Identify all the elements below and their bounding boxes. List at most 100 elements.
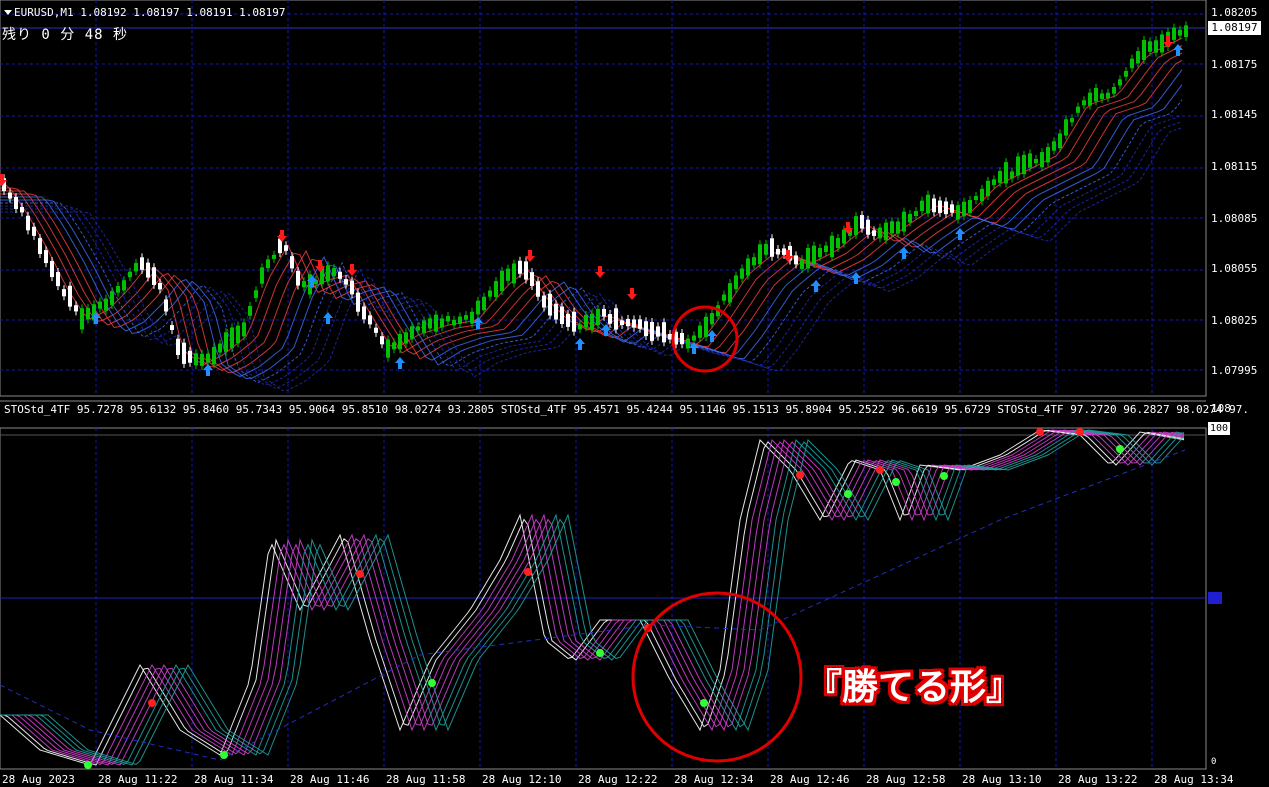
candle-body	[782, 248, 786, 255]
candle-body	[602, 309, 606, 317]
candle-body	[188, 350, 192, 363]
stochastic-buy-dot	[84, 761, 92, 769]
candle-body	[998, 171, 1002, 183]
candle-body	[218, 343, 222, 353]
candle-body	[38, 238, 42, 254]
candle-body	[302, 281, 306, 288]
candle-body	[386, 339, 390, 358]
candle-body	[584, 314, 588, 328]
candle-body	[572, 311, 576, 332]
candle-body	[140, 257, 144, 270]
candle-body	[1112, 87, 1116, 94]
candle-body	[242, 322, 246, 337]
main-panel-frame	[0, 0, 1207, 397]
time-tick: 28 Aug 12:46	[770, 773, 850, 786]
candle-body	[650, 321, 654, 341]
candle-body	[1118, 79, 1122, 86]
candle-body	[104, 298, 108, 311]
candle-body	[824, 245, 828, 252]
candle-body	[158, 282, 162, 290]
candle-body	[200, 353, 204, 366]
candle-body	[698, 325, 702, 338]
stochastic-sell-dot	[524, 568, 532, 576]
candle-body	[182, 342, 186, 364]
candle-body	[80, 308, 84, 330]
candle-body	[614, 308, 618, 330]
candle-body	[608, 314, 612, 324]
candle-body	[1022, 154, 1026, 175]
candle-body	[110, 291, 114, 305]
candle-body	[164, 299, 168, 312]
candle-body	[1154, 40, 1158, 53]
time-tick: 28 Aug 12:10	[482, 773, 562, 786]
candle-body	[638, 319, 642, 329]
candle-body	[206, 353, 210, 363]
stochastic-sell-dot	[796, 471, 804, 479]
candle-body	[194, 353, 198, 366]
candle-body	[1052, 141, 1056, 151]
candle-body	[434, 314, 438, 332]
candle-body	[62, 289, 66, 297]
candle-body	[1004, 162, 1008, 184]
ma-ribbon-line	[0, 84, 1183, 380]
candle-body	[410, 326, 414, 339]
candle-body	[404, 332, 408, 344]
candle-body	[1184, 25, 1188, 37]
candle-body	[14, 196, 18, 209]
candle-body	[944, 201, 948, 215]
candle-body	[548, 293, 552, 316]
candle-body	[830, 235, 834, 257]
candle-body	[1148, 41, 1152, 52]
candle-body	[428, 318, 432, 329]
candle-body	[1082, 100, 1086, 106]
candle-body	[176, 338, 180, 355]
candle-body	[146, 262, 150, 278]
time-tick: 28 Aug 13:34	[1154, 773, 1234, 786]
buy-arrow-icon	[395, 357, 405, 369]
price-tick: 1.08175	[1211, 58, 1258, 71]
chart-canvas[interactable]	[0, 0, 1269, 787]
time-tick: 28 Aug 11:58	[386, 773, 466, 786]
candle-body	[56, 272, 60, 287]
candle-body	[878, 227, 882, 239]
time-tick: 28 Aug 11:22	[98, 773, 178, 786]
candle-body	[152, 267, 156, 285]
candle-body	[1070, 118, 1074, 123]
candle-body	[338, 271, 342, 279]
candle-body	[566, 313, 570, 327]
candle-body	[398, 334, 402, 350]
candle-body	[128, 271, 132, 278]
candle-body	[1010, 171, 1014, 179]
candle-body	[452, 319, 456, 326]
candle-body	[116, 285, 120, 293]
current-price-label: 1.08197	[1208, 21, 1261, 35]
buy-arrow-icon	[203, 364, 213, 376]
stochastic-trend-line	[0, 449, 1186, 761]
candle-body	[332, 267, 336, 277]
indicator-scale-top: 108	[1211, 402, 1231, 415]
candle-body	[842, 229, 846, 244]
candle-body	[668, 333, 672, 340]
candle-body	[1100, 93, 1104, 100]
candle-body	[482, 296, 486, 311]
candle-body	[212, 347, 216, 365]
candle-body	[524, 261, 528, 280]
candle-body	[68, 285, 72, 307]
candle-body	[1142, 39, 1146, 60]
chart-menu-triangle-icon[interactable]	[4, 10, 12, 15]
candle-body	[74, 305, 78, 312]
ohlc-values: 1.08192 1.08197 1.08191 1.08197	[80, 6, 286, 19]
candle-body	[1124, 70, 1128, 77]
candle-body	[686, 338, 690, 349]
indicator-level-50: 50	[1208, 592, 1222, 604]
candle-body	[518, 260, 522, 274]
candle-body	[26, 215, 30, 231]
candle-body	[1058, 133, 1062, 149]
candle-body	[20, 207, 24, 213]
candle-body	[902, 211, 906, 232]
buy-arrow-icon	[323, 312, 333, 324]
candle-body	[98, 301, 102, 309]
candle-body	[560, 306, 564, 325]
stochastic-buy-dot	[596, 649, 604, 657]
candle-body	[800, 259, 804, 269]
